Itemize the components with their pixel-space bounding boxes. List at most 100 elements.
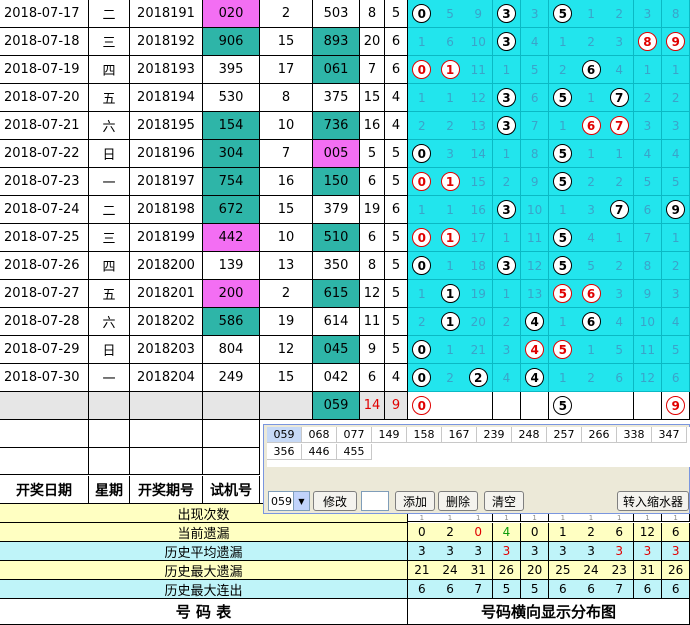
- number-grid: 059 068 077 149 158 167 239 248 257 266 338 347 356 4…: [267, 427, 690, 467]
- distribution-cell: 15: [464, 168, 494, 196]
- draw-number: 005: [313, 140, 360, 168]
- popup-number[interactable]: 149: [372, 427, 407, 443]
- popup-number[interactable]: 167: [442, 427, 477, 443]
- popup-number[interactable]: 356: [267, 444, 302, 460]
- draw-date: 2018-07-27: [0, 280, 89, 308]
- distribution-cell: 5: [520, 56, 550, 84]
- weekday: 五: [89, 84, 130, 112]
- distribution-cell: 12: [464, 84, 494, 112]
- popup-number[interactable]: 446: [302, 444, 337, 460]
- sum-value: 19: [360, 196, 385, 224]
- distribution-cell: 3: [492, 336, 522, 364]
- delete-button[interactable]: 删除: [438, 491, 478, 511]
- span-value: 17: [260, 56, 313, 84]
- distribution-cell: 9: [520, 168, 550, 196]
- span-value: 2: [260, 280, 313, 308]
- stat-value: 7: [605, 580, 635, 599]
- hit-ball: 9: [666, 396, 686, 415]
- test-number: 200: [203, 280, 260, 308]
- draw-number: 045: [313, 336, 360, 364]
- miss-count: 1: [418, 202, 426, 217]
- popup-number[interactable]: 338: [617, 427, 652, 443]
- popup-number[interactable]: 059: [267, 427, 302, 443]
- hit-ball: 1: [440, 60, 460, 79]
- popup-number[interactable]: 347: [652, 427, 687, 443]
- issue-number: 2018204: [130, 364, 203, 392]
- sum-value: 8: [360, 0, 385, 28]
- distribution-cell: 2: [436, 112, 465, 140]
- predict-grid-cell: 0: [408, 392, 437, 420]
- miss-count: 17: [470, 230, 486, 245]
- miss-count: 2: [559, 62, 567, 77]
- draw-number: 375: [313, 84, 360, 112]
- distribution-cell: 2: [661, 252, 690, 280]
- stat-value: 24: [436, 561, 465, 580]
- predict-cell: 059: [313, 392, 360, 420]
- hit-ball: 6: [581, 116, 601, 135]
- miss-count: 3: [643, 118, 652, 133]
- distribution-cell: 5: [549, 140, 578, 168]
- stat-value: 3: [661, 542, 690, 561]
- distribution-cell: 3: [492, 0, 522, 28]
- k-value: 6: [385, 28, 408, 56]
- stat-value: 3: [464, 542, 494, 561]
- popup-number[interactable]: 257: [547, 427, 582, 443]
- hit-ball: 3: [496, 4, 516, 23]
- number-table-label: 号 码 表: [0, 599, 408, 625]
- miss-count: 9: [474, 6, 483, 21]
- miss-count: 5: [671, 174, 680, 189]
- popup-number[interactable]: 455: [337, 444, 372, 460]
- number-select[interactable]: 059 ▼: [268, 491, 310, 511]
- distribution-cell: 5: [605, 336, 635, 364]
- distribution-cell: 16: [464, 196, 494, 224]
- transfer-button[interactable]: 转入缩水器: [617, 491, 689, 511]
- draw-date: 2018-07-18: [0, 28, 89, 56]
- distribution-cell: 6: [661, 364, 690, 392]
- popup-number[interactable]: 077: [337, 427, 372, 443]
- hit-ball: 9: [666, 32, 686, 51]
- hit-ball: 0: [412, 228, 432, 247]
- popup-number[interactable]: 239: [477, 427, 512, 443]
- hit-ball: 7: [609, 88, 629, 107]
- test-number: 804: [203, 336, 260, 364]
- weekday: 日: [89, 336, 130, 364]
- span-value: 10: [260, 112, 313, 140]
- sum-value: 6: [360, 224, 385, 252]
- stat-value: 23: [605, 561, 635, 580]
- hit-ball: 1: [440, 312, 460, 331]
- draw-number: 350: [313, 252, 360, 280]
- popup-number[interactable]: 158: [407, 427, 442, 443]
- distribution-cell: 6: [577, 308, 606, 336]
- predict-grid-cell: [464, 392, 494, 420]
- distribution-cell: 3: [633, 0, 663, 28]
- issue-number: 2018194: [130, 84, 203, 112]
- stat-value: 3: [436, 542, 465, 561]
- sum-value: 15: [360, 84, 385, 112]
- predict-cell: [260, 392, 313, 420]
- distribution-cell: 13: [464, 112, 494, 140]
- clear-button[interactable]: 清空: [484, 491, 524, 511]
- test-number: 672: [203, 196, 260, 224]
- stat-value: 6: [661, 523, 690, 542]
- popup-number[interactable]: 266: [582, 427, 617, 443]
- miss-count: 2: [418, 314, 426, 329]
- weekday: 三: [89, 224, 130, 252]
- distribution-cell: 2: [577, 364, 606, 392]
- miss-count: 4: [615, 314, 624, 329]
- popup-number[interactable]: 068: [302, 427, 337, 443]
- modify-button[interactable]: 修改: [313, 491, 357, 511]
- number-input[interactable]: [361, 491, 389, 511]
- empty-cell: [203, 448, 260, 475]
- distribution-cell: 9: [633, 280, 663, 308]
- popup-number[interactable]: 248: [512, 427, 547, 443]
- distribution-cell: 4: [661, 308, 690, 336]
- chevron-down-icon[interactable]: ▼: [293, 492, 309, 510]
- miss-count: 4: [643, 146, 652, 161]
- distribution-cell: 1: [436, 224, 465, 252]
- miss-count: 4: [615, 62, 624, 77]
- miss-count: 2: [671, 258, 680, 273]
- sum-value: 8: [360, 252, 385, 280]
- predict-grid-cell: [436, 392, 465, 420]
- add-button[interactable]: 添加: [395, 491, 435, 511]
- weekday: 一: [89, 364, 130, 392]
